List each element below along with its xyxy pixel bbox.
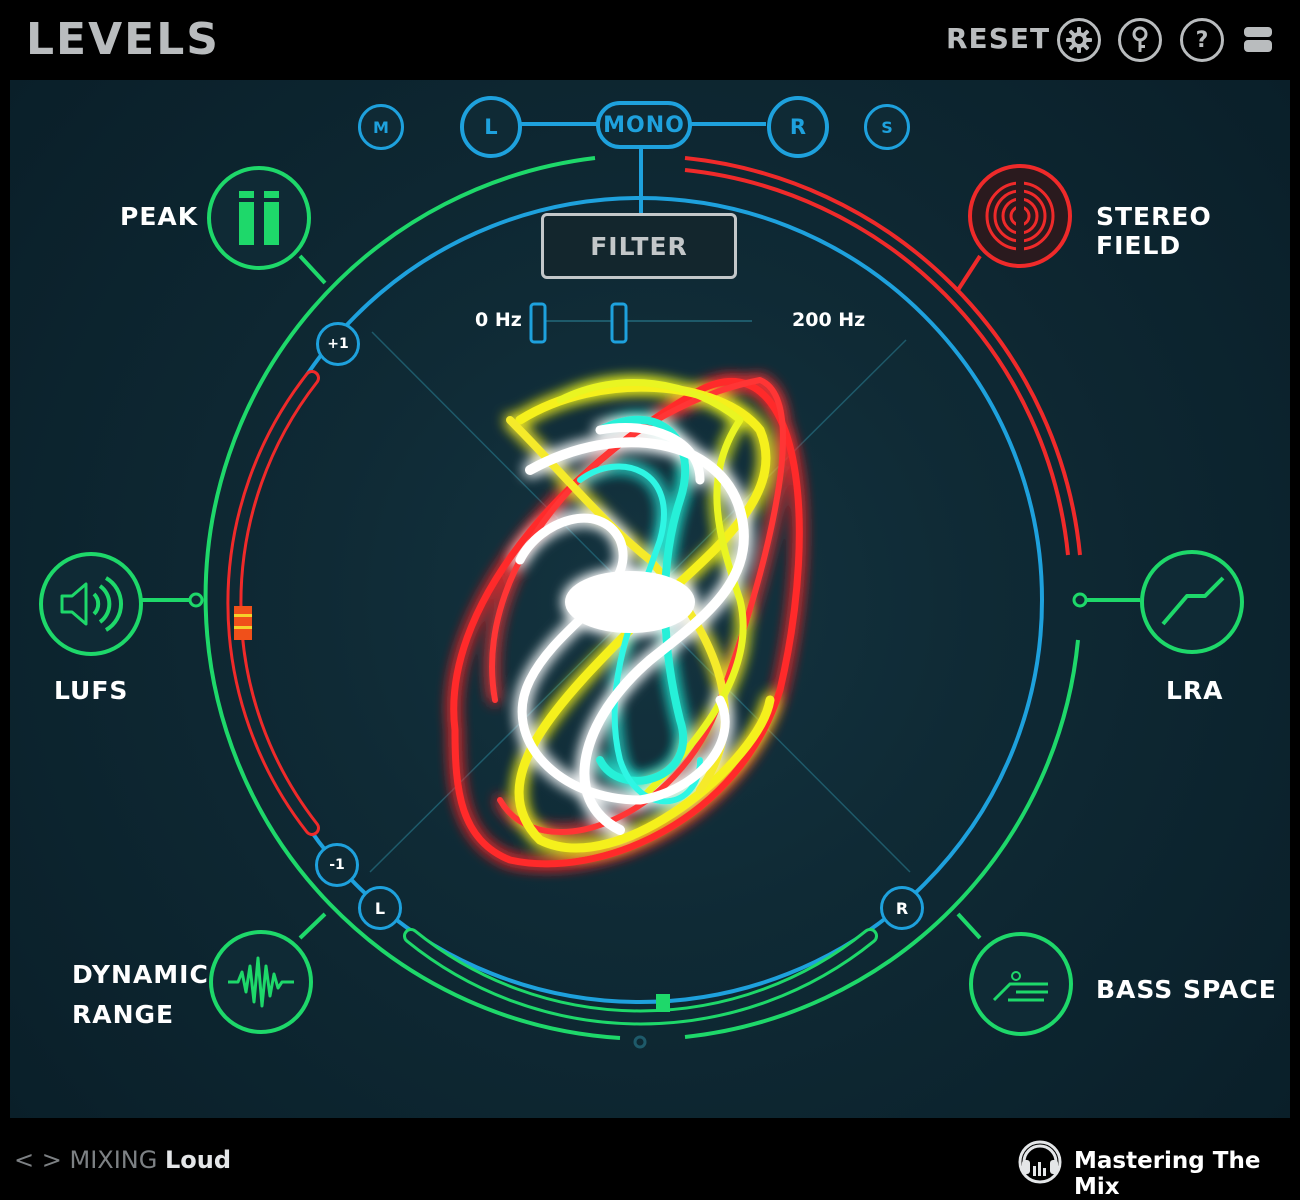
filter-button[interactable]: FILTER: [541, 213, 737, 279]
correlation-minus-marker: -1: [315, 843, 359, 887]
loud-label: Loud: [165, 1146, 232, 1174]
filter-low-label: 0 Hz: [475, 309, 522, 331]
correlation-indicator: [234, 606, 252, 640]
stereo-field-label: STEREO FIELD: [1096, 202, 1212, 260]
dynamic-range-meter-button[interactable]: [209, 930, 313, 1034]
mode-l-button[interactable]: L: [460, 96, 522, 158]
speaker-icon: [60, 576, 124, 632]
balance-left-marker: L: [358, 886, 402, 930]
filter-high-handle: [610, 302, 628, 344]
mastering-the-mix-logo-icon: [1018, 1140, 1062, 1184]
brand-name: Mastering The Mix: [1074, 1148, 1261, 1200]
bass-space-icon: [992, 971, 1048, 1002]
filter-high-label: 200 Hz: [792, 309, 866, 331]
waveform-icon: [228, 956, 294, 1008]
peak-bars-icon: [239, 191, 279, 245]
dynamic-range-label-line1: DYNAMIC: [72, 960, 209, 989]
vectorscope: [450, 377, 803, 868]
bass-space-meter-button[interactable]: [969, 932, 1073, 1036]
filter-low-handle: [529, 302, 547, 344]
outer-ring-left: [203, 156, 621, 1040]
balance-indicator: [656, 994, 670, 1012]
bottom-dot: [633, 1035, 647, 1049]
lra-graph-icon: [1161, 576, 1225, 626]
visualizer-graphics: [140, 122, 1140, 1049]
mode-r-button[interactable]: R: [767, 96, 829, 158]
dynamic-range-label-line2: RANGE: [72, 1000, 175, 1029]
lufs-label: LUFS: [54, 676, 129, 705]
mode-m-button[interactable]: M: [358, 104, 404, 150]
lra-label: LRA: [1166, 676, 1224, 705]
nav-arrows-icon[interactable]: < >: [14, 1146, 62, 1174]
peak-meter-button[interactable]: [207, 166, 311, 270]
mixing-label: MIXING: [69, 1146, 158, 1174]
peak-label: PEAK: [120, 202, 199, 231]
stereo-field-meter-button[interactable]: [968, 164, 1072, 268]
correlation-plus-marker: +1: [316, 322, 360, 366]
bass-space-label: BASS SPACE: [1096, 975, 1277, 1004]
mode-mono-button[interactable]: MONO: [596, 101, 692, 149]
lra-meter-button[interactable]: [1140, 550, 1244, 654]
mode-s-button[interactable]: S: [864, 104, 910, 150]
stereo-target-icon: [985, 178, 1055, 254]
lufs-meter-button[interactable]: [39, 552, 143, 656]
plugin-switcher[interactable]: < > MIXING Loud: [14, 1146, 231, 1174]
balance-right-marker: R: [880, 886, 924, 930]
